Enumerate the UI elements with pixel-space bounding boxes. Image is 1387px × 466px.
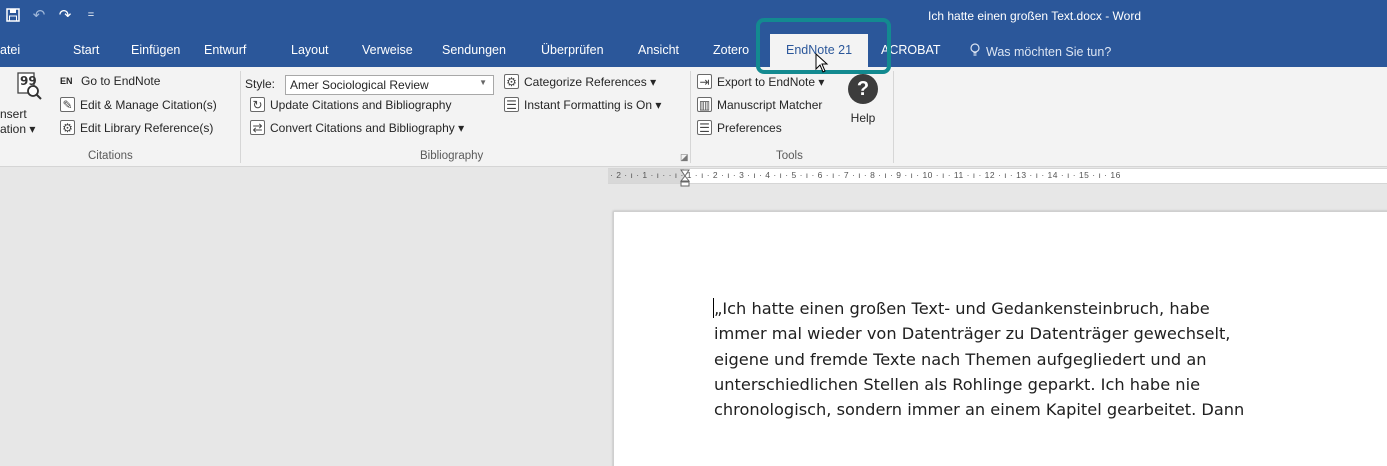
insert-citation-icon[interactable]: 99 (14, 71, 42, 101)
insert-citation-button[interactable]: nsert ation ▾ (0, 107, 35, 137)
group-label-citations: Citations (88, 150, 133, 162)
undo-icon[interactable]: ↶ (26, 2, 52, 28)
title-bar: ↶ ↷ = Ich hatte einen großen Text.docx -… (0, 0, 1387, 34)
tell-me-placeholder: Was möchten Sie tun? (986, 44, 1112, 59)
categorize-references-button[interactable]: ⚙ Categorize References ▾ (504, 74, 656, 89)
redo-icon[interactable]: ↷ (52, 2, 78, 28)
customize-qat-icon[interactable]: = (78, 2, 104, 28)
tab-layout[interactable]: Layout (291, 43, 329, 57)
text-line: unterschiedlichen Stellen als Rohlinge g… (714, 374, 1201, 394)
tab-datei[interactable]: atei (0, 43, 20, 57)
manuscript-matcher-button[interactable]: ▥ Manuscript Matcher (697, 97, 822, 112)
text-line: immer mal wieder von Datenträger zu Date… (714, 324, 1231, 344)
help-button[interactable]: ? Help (844, 74, 882, 125)
style-dropdown[interactable]: Amer Sociological Review ▼ (285, 75, 494, 95)
indent-marker-icon[interactable] (679, 169, 691, 192)
tab-ansicht[interactable]: Ansicht (638, 43, 679, 57)
tab-zotero[interactable]: Zotero (713, 43, 749, 57)
update-citations-button[interactable]: ↻ Update Citations and Bibliography (250, 97, 451, 112)
tab-einfuegen[interactable]: Einfügen (131, 43, 180, 57)
dialog-launcher-icon[interactable]: ◪ (680, 152, 689, 163)
preferences-icon: ☰ (697, 120, 712, 135)
style-label: Style: (245, 77, 276, 91)
group-divider (690, 71, 691, 163)
export-icon: ⇥ (697, 74, 712, 89)
tab-start[interactable]: Start (73, 43, 99, 57)
mouse-pointer-icon (815, 52, 829, 78)
ribbon-tabs: atei Start Einfügen Entwurf Layout Verwe… (0, 34, 1387, 67)
group-label-tools: Tools (776, 150, 803, 162)
quick-access-toolbar: ↶ ↷ = (0, 2, 104, 28)
instant-formatting-button[interactable]: ☰ Instant Formatting is On ▾ (504, 97, 661, 112)
tell-me-search[interactable]: Was möchten Sie tun? (970, 43, 1111, 60)
lightbulb-icon (970, 43, 980, 60)
save-icon[interactable] (0, 2, 26, 28)
tab-verweise[interactable]: Verweise (362, 43, 413, 57)
tab-entwurf[interactable]: Entwurf (204, 43, 246, 57)
convert-citations-icon: ⇄ (250, 120, 265, 135)
group-label-bibliography: Bibliography (420, 150, 484, 162)
tab-sendungen[interactable]: Sendungen (442, 43, 506, 57)
categorize-icon: ⚙ (504, 74, 519, 89)
text-line: eigene und fremde Texte nach Themen aufg… (714, 349, 1207, 369)
document-paragraph[interactable]: „Ich hatte einen großen Text- und Gedank… (714, 296, 1387, 422)
chevron-down-icon: ▼ (479, 78, 487, 87)
window-title: Ich hatte einen großen Text.docx - Word (928, 9, 1142, 23)
text-line: chronologisch, sondern immer an einem Ka… (714, 400, 1245, 420)
update-citations-icon: ↻ (250, 97, 265, 112)
style-value: Amer Sociological Review (290, 78, 429, 92)
help-label: Help (850, 111, 876, 125)
group-divider (893, 71, 894, 163)
go-to-endnote-button[interactable]: EN Go to EndNote (60, 74, 160, 88)
word-window: { "window": { "title": "Ich hatte einen … (0, 0, 1387, 466)
edit-library-icon: ⚙ (60, 120, 75, 135)
document-page[interactable]: „Ich hatte einen großen Text- und Gedank… (613, 211, 1387, 466)
edit-manage-citations-button[interactable]: ✎ Edit & Manage Citation(s) (60, 97, 217, 112)
instant-formatting-icon: ☰ (504, 97, 519, 112)
tab-ueberpruefen[interactable]: Überprüfen (541, 43, 604, 57)
help-icon: ? (848, 74, 878, 104)
text-line: „Ich hatte einen großen Text- und Gedank… (714, 299, 1210, 318)
endnote-en-icon: EN (60, 76, 73, 86)
tab-acrobat[interactable]: ACROBAT (881, 43, 941, 57)
edit-citation-icon: ✎ (60, 97, 75, 112)
horizontal-ruler[interactable]: · 2 · ı · 1 · ı · · ı · 1 · ı · 2 · ı · … (608, 168, 1387, 187)
export-to-endnote-button[interactable]: ⇥ Export to EndNote ▾ (697, 74, 824, 89)
group-divider (240, 71, 241, 163)
convert-citations-button[interactable]: ⇄ Convert Citations and Bibliography ▾ (250, 120, 464, 135)
endnote-ribbon: 99 nsert ation ▾ EN Go to EndNote ✎ Edit… (0, 67, 1387, 167)
manuscript-matcher-icon: ▥ (697, 97, 712, 112)
edit-library-reference-button[interactable]: ⚙ Edit Library Reference(s) (60, 120, 213, 135)
preferences-button[interactable]: ☰ Preferences (697, 120, 782, 135)
